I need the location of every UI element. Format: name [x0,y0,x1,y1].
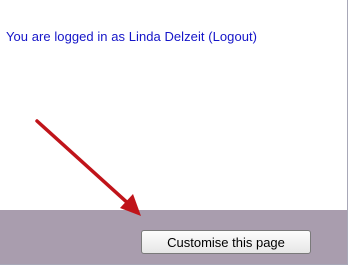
page-frame: You are logged in as Linda Delzeit (Logo… [0,0,348,265]
login-user-name[interactable]: Linda Delzeit [129,29,205,44]
login-info: You are logged in as Linda Delzeit (Logo… [6,29,257,44]
header-area: You are logged in as Linda Delzeit (Logo… [0,0,347,210]
footer-bar: Customise this page [0,210,347,264]
login-prefix: You are logged in as [6,29,126,44]
customise-page-button[interactable]: Customise this page [141,230,311,254]
logout-link[interactable]: (Logout) [208,29,257,44]
